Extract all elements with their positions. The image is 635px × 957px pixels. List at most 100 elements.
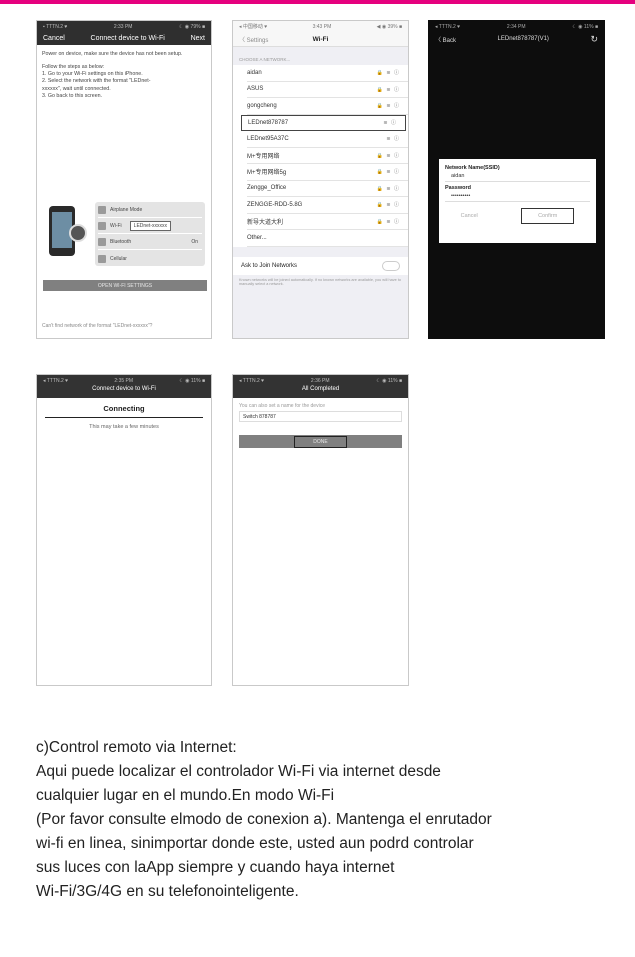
ask-to-join-row: Ask to Join Networks [233, 256, 408, 275]
wifi-icon [98, 222, 106, 230]
network-row[interactable]: ZENGGE-RDD-5.8G 🔒 ≋ ⓘ [247, 197, 408, 214]
network-name: ZENGGE-RDD-5.8G [247, 201, 303, 208]
device-name-input[interactable]: Switch 878787 [239, 411, 402, 422]
paragraph-line: cualquier lugar en el mundo.En modo Wi-F… [36, 787, 335, 804]
status-time: 2:35 PM [114, 377, 134, 384]
password-input[interactable]: •••••••••• [445, 191, 590, 202]
wifi-credentials-dialog: Network Name(SSID) aidan Password ••••••… [439, 159, 596, 243]
wifi-signal-icon: ≋ ⓘ [383, 120, 397, 127]
paragraph-line: (Por favor consulte elmodo de conexion a… [36, 811, 492, 828]
progress-line [45, 417, 203, 418]
ask-note: Known networks will be joined automatica… [239, 277, 402, 287]
screenshot-network-dialog: ◂ TTTN.2 ♥ 2:34 PM ☾ ◉ 11% ■ 〈 Back LEDn… [428, 20, 605, 339]
instruction-line: Follow the steps as below: [42, 64, 105, 71]
next-button[interactable]: Next [191, 35, 205, 42]
battery: ☾ ◉ 11% ■ [572, 23, 598, 30]
cancel-button[interactable]: Cancel [43, 35, 65, 42]
battery: ◀ ◉ 39% ■ [376, 23, 402, 30]
carrier: ▪ TTTN.2 ♥ [43, 23, 68, 30]
instruction-line: 1. Go to your Wi-Fi settings on this iPh… [42, 71, 143, 78]
status-time: 3:43 PM [312, 23, 332, 30]
panel-label: Cellular [110, 255, 127, 262]
section-heading: c)Control remoto via Internet: [36, 739, 237, 756]
airplane-icon [98, 206, 106, 214]
done-button[interactable]: DONE [294, 435, 347, 448]
top-accent-line [0, 0, 635, 4]
ssid-input[interactable]: aidan [445, 171, 590, 182]
nav-title: All Completed [301, 386, 340, 392]
screenshot-all-completed: ◂ TTTN.2 ♥ 2:36 PM ☾ ◉ 11% ■ All Complet… [232, 374, 409, 686]
nav-title: LEDnet878787(V1) [497, 36, 549, 42]
status-bar: ◂ TTTN.2 ♥ 2:35 PM ☾ ◉ 11% ■ [37, 375, 211, 386]
network-row[interactable]: Zengge_Office 🔒 ≋ ⓘ [247, 181, 408, 197]
network-row[interactable]: Other... [247, 230, 408, 247]
carrier: ◂ TTTN.2 ♥ [43, 377, 69, 384]
network-row[interactable]: ASUS 🔒 ≋ ⓘ [247, 82, 408, 98]
instruction-line: 3. Go back to this screen. [42, 92, 103, 99]
header-bar: ▪ TTTN.2 ♥ 2:33 PM ☾ ◉ 79% ■ Cancel Conn… [37, 21, 211, 45]
nav-title: Wi-Fi [312, 35, 329, 43]
instruction-line: 2. Select the network with the format "L… [42, 78, 151, 85]
instruction-intro: Power on device, make sure the device ha… [42, 51, 183, 57]
password-label: Password [445, 185, 471, 191]
wifi-signal-icon: 🔒 ≋ ⓘ [376, 169, 400, 176]
carrier: ◂ TTTN.2 ♥ [239, 377, 265, 384]
paragraph-line: Wi-Fi/3G/4G en su telefonointeligente. [36, 883, 299, 900]
network-row[interactable]: 新导大道大利 🔒 ≋ ⓘ [247, 214, 408, 230]
network-row[interactable]: gongcheng 🔒 ≋ ⓘ [247, 98, 408, 115]
done-bar: DONE [239, 435, 402, 448]
status-time: 2:34 PM [506, 23, 526, 30]
cant-find-network-link[interactable]: Can't find network of the format "LEDnet… [42, 323, 152, 330]
network-pill: LEDnet-xxxxxx [129, 221, 172, 231]
nav-title: Connect device to Wi-Fi [92, 386, 156, 392]
wifi-signal-icon: 🔒 ≋ ⓘ [376, 70, 400, 77]
wifi-signal-icon: 🔒 ≋ ⓘ [376, 185, 400, 192]
refresh-icon[interactable]: ↻ [590, 34, 598, 45]
network-name: 新导大道大利 [247, 219, 284, 226]
screenshot-connect-device: ▪ TTTN.2 ♥ 2:33 PM ☾ ◉ 79% ■ Cancel Conn… [36, 20, 212, 339]
header-bar: ◂ TTTN.2 ♥ 2:36 PM ☾ ◉ 11% ■ All Complet… [233, 375, 408, 398]
paragraph-line: wi-fi en linea, sinimportar donde este, … [36, 835, 474, 852]
network-name: aidan [247, 69, 262, 76]
network-name: LEDnet878787 [248, 119, 289, 126]
network-name: Other... [247, 234, 267, 241]
panel-label: Airplane Mode [110, 207, 143, 213]
magnifier-icon [69, 224, 87, 242]
network-list: aidan 🔒 ≋ ⓘ ASUS 🔒 ≋ ⓘ gongcheng 🔒 ≋ ⓘ LEDnet8… [233, 65, 408, 247]
open-wifi-settings-button[interactable]: OPEN WI-FI SETTINGS [43, 280, 207, 291]
status-time: 2:33 PM [113, 23, 133, 30]
ask-to-join-toggle[interactable] [382, 260, 400, 271]
wifi-signal-icon: 🔒 ≋ ⓘ [376, 103, 400, 110]
instruction-line: xxxxxx", wait until connected. [42, 85, 111, 92]
screenshot-connecting: ◂ TTTN.2 ♥ 2:35 PM ☾ ◉ 11% ■ Connect dev… [36, 374, 212, 686]
network-row[interactable]: M+专用网络5g 🔒 ≋ ⓘ [247, 164, 408, 181]
status-bar: ◂ TTTN.2 ♥ 2:36 PM ☾ ◉ 11% ■ [233, 375, 408, 386]
section-header: CHOOSE A NETWORK... [239, 57, 291, 62]
cellular-icon [98, 254, 106, 263]
header-bar: ◂ TTTN.2 ♥ 2:35 PM ☾ ◉ 11% ■ Connect dev… [37, 375, 211, 398]
carrier: ◂ TTTN.2 ♥ [435, 23, 461, 30]
network-row[interactable]: aidan 🔒 ≋ ⓘ [247, 65, 408, 82]
screenshot-wifi-settings: ◂ 中国移动 ♥ 3:43 PM ◀ ◉ 39% ■ 〈 Settings Wi… [232, 20, 409, 339]
status-bar: ◂ TTTN.2 ♥ 2:34 PM ☾ ◉ 11% ■ [429, 21, 604, 32]
network-row[interactable]: LEDnet878787 ≋ ⓘ [241, 114, 406, 131]
settings-panel: Airplane Mode Wi-Fi LEDnet-xxxxxx Bluetoo… [95, 202, 205, 266]
panel-value: On [191, 239, 198, 245]
name-hint: You can also set a name for the device [239, 403, 325, 409]
battery: ☾ ◉ 11% ■ [376, 377, 402, 384]
confirm-button[interactable]: Confirm [521, 208, 575, 224]
nav-bar: Cancel Connect device to Wi-Fi Next [37, 32, 211, 45]
status-bar: ◂ 中国移动 ♥ 3:43 PM ◀ ◉ 39% ■ [233, 21, 408, 32]
connecting-heading: Connecting [103, 404, 145, 413]
nav-title: Connect device to Wi-Fi [90, 35, 165, 42]
network-row[interactable]: M+专用网络 🔒 ≋ ⓘ [247, 148, 408, 164]
paragraph-line: sus luces con laApp siempre y cuando hay… [36, 859, 395, 876]
back-button[interactable]: 〈 Back [435, 35, 456, 44]
panel-label: Wi-Fi [110, 223, 122, 229]
battery: ☾ ◉ 11% ■ [179, 377, 205, 384]
cancel-button[interactable]: Cancel [461, 213, 478, 219]
battery: ☾ ◉ 79% ■ [178, 23, 205, 30]
network-name: gongcheng [247, 102, 277, 109]
status-bar: ▪ TTTN.2 ♥ 2:33 PM ☾ ◉ 79% ■ [37, 21, 211, 32]
network-row[interactable]: LEDnet95A37C ≋ ⓘ [247, 131, 408, 148]
